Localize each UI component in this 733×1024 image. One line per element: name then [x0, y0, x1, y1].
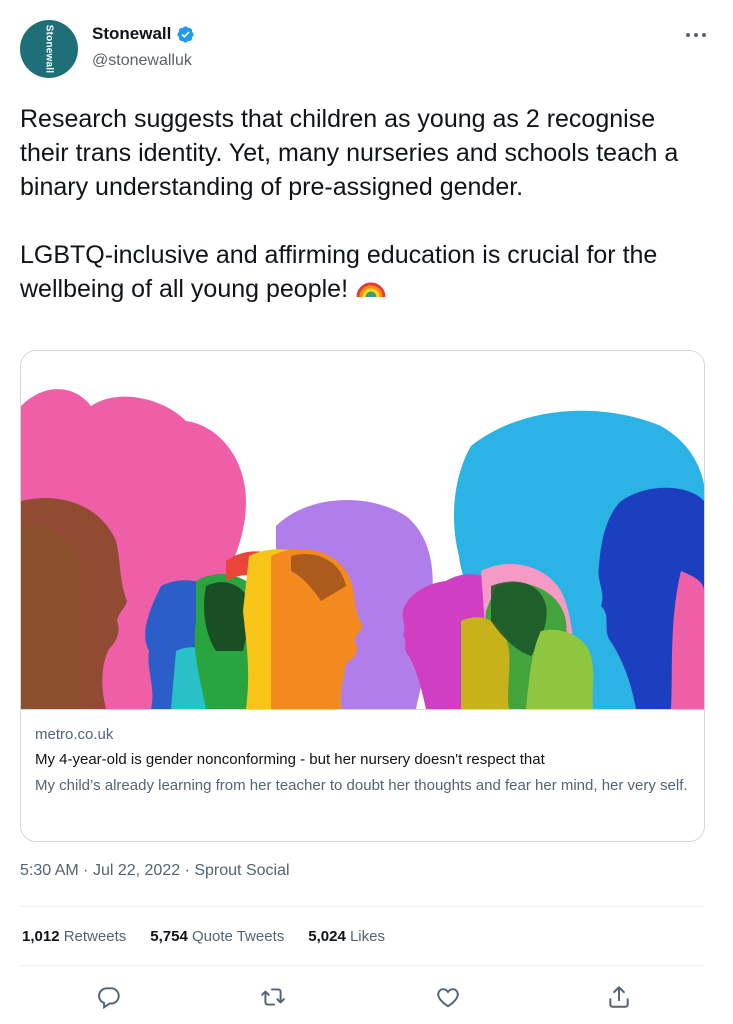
like-icon[interactable]: [435, 984, 463, 1012]
card-title[interactable]: My 4-year-old is gender nonconforming - …: [35, 748, 695, 772]
quote-tweets-stat[interactable]: 5,754 Quote Tweets: [150, 928, 284, 945]
separator-dot: ·: [83, 862, 89, 879]
likes-stat[interactable]: 5,024 Likes: [308, 928, 385, 945]
tweet-paragraph-2: LGBTQ-inclusive and affirming education …: [20, 241, 658, 303]
tweet-timestamp: 5:30 AM · Jul 22, 2022 · Sprout Social: [20, 862, 290, 880]
retweet-icon[interactable]: [260, 984, 288, 1012]
tweet-stats: 1,012 Retweets 5,754 Quote Tweets 5,024 …: [22, 928, 409, 945]
tweet-paragraph-1: Research suggests that children as young…: [20, 105, 679, 201]
quote-tweets-label: Quote Tweets: [191, 928, 285, 945]
link-preview-card[interactable]: metro.co.uk My 4-year-old is gender nonc…: [20, 350, 705, 842]
share-icon[interactable]: [606, 984, 634, 1012]
tweet: Stonewall Stonewall @stonewalluk Researc…: [0, 0, 733, 1024]
separator-dot: ·: [184, 862, 190, 879]
card-meta: metro.co.uk My 4-year-old is gender nonc…: [35, 724, 695, 797]
retweets-count: 1,012: [22, 928, 60, 945]
retweets-stat[interactable]: 1,012 Retweets: [22, 928, 126, 945]
tweet-source[interactable]: Sprout Social: [194, 862, 289, 879]
tweet-date[interactable]: Jul 22, 2022: [93, 862, 180, 879]
divider: [20, 906, 703, 907]
handle[interactable]: @stonewalluk: [92, 52, 192, 70]
quote-tweets-count: 5,754: [150, 928, 188, 945]
avatar-logo-text: Stonewall: [43, 24, 55, 74]
avatar[interactable]: Stonewall: [20, 20, 78, 78]
verified-badge-icon: [176, 25, 195, 44]
author-name-row: Stonewall: [92, 24, 195, 44]
retweets-label: Retweets: [63, 928, 127, 945]
likes-count: 5,024: [308, 928, 346, 945]
tweet-paragraph-2-wrap: LGBTQ-inclusive and affirming education …: [20, 238, 710, 306]
rainbow-emoji-icon: [355, 274, 387, 298]
reply-icon[interactable]: [96, 984, 124, 1012]
likes-label: Likes: [349, 928, 385, 945]
more-options-icon[interactable]: [685, 27, 707, 38]
tweet-actions: [20, 980, 703, 1016]
tweet-text: Research suggests that children as young…: [20, 102, 710, 306]
card-image[interactable]: [21, 351, 704, 710]
display-name[interactable]: Stonewall: [92, 24, 171, 44]
divider: [20, 965, 703, 966]
card-description: My child’s already learning from her tea…: [35, 777, 688, 794]
card-domain: metro.co.uk: [35, 726, 114, 743]
tweet-time[interactable]: 5:30 AM: [20, 862, 79, 879]
